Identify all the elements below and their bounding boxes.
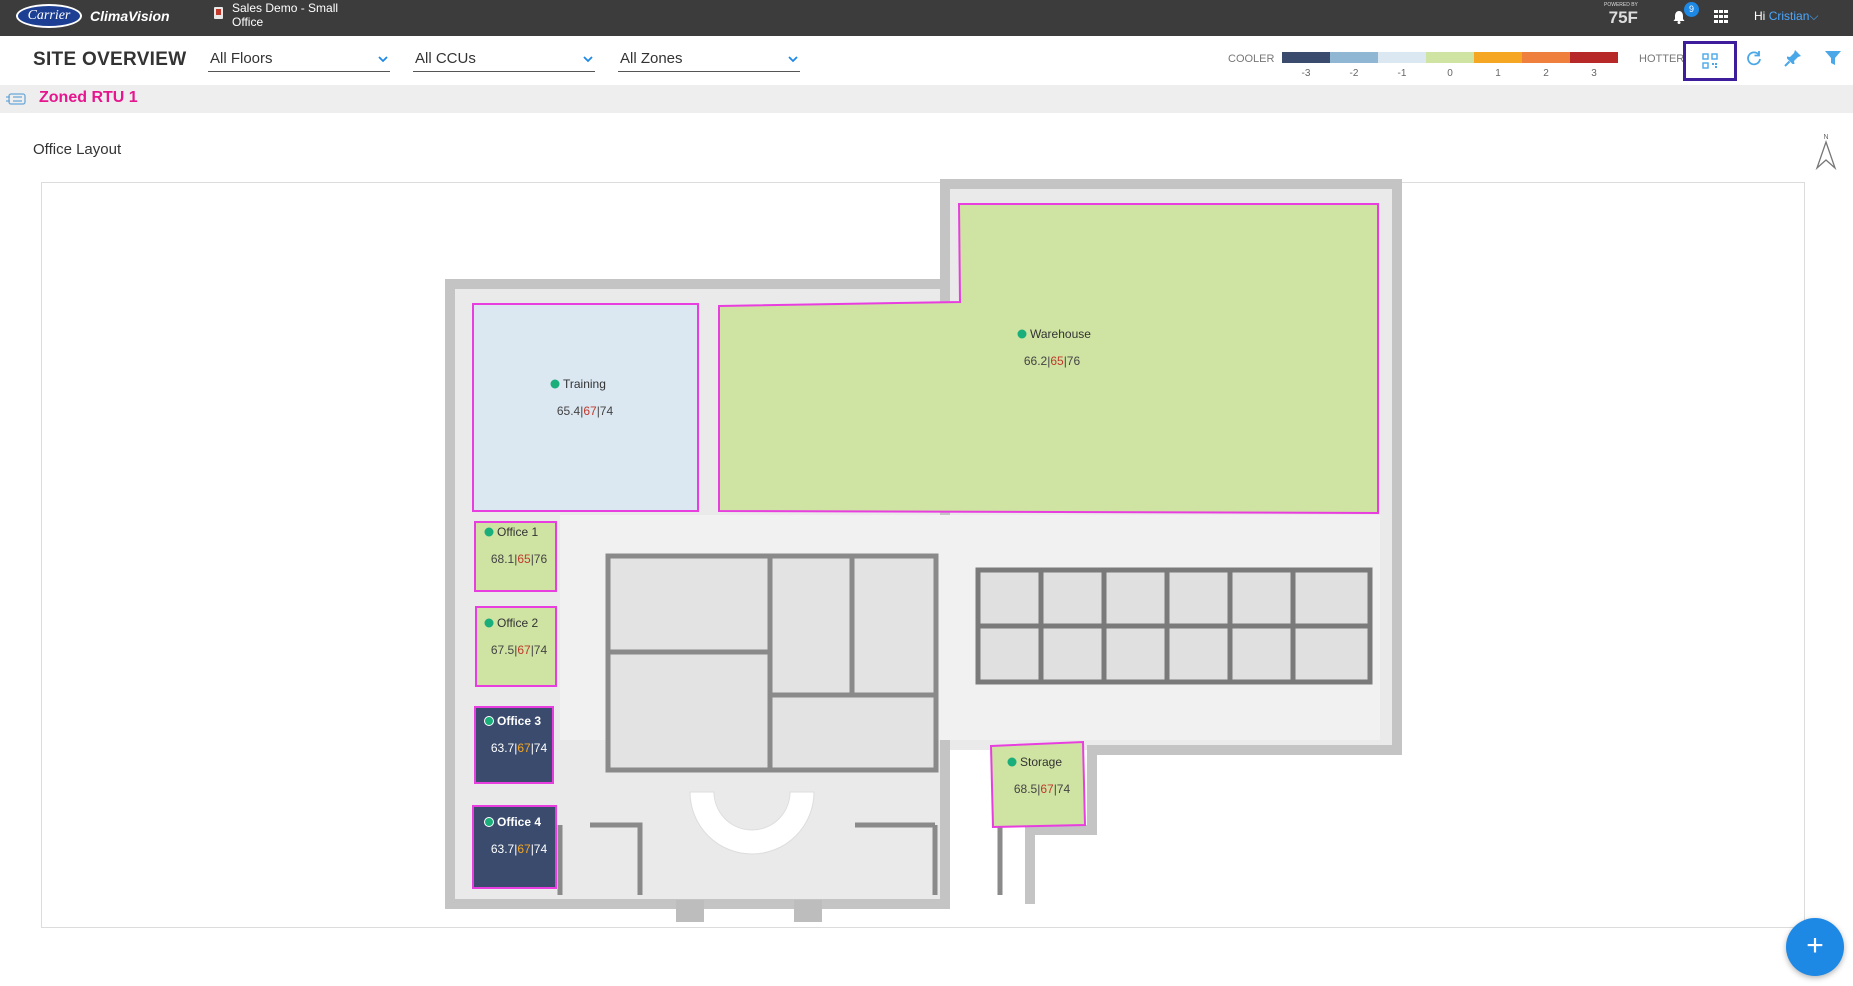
zone-office-4[interactable]: Office 4 63.7|67|74: [472, 805, 557, 889]
zone-name: Office 4: [497, 815, 541, 829]
zone-warehouse[interactable]: Warehouse 66.2|65|76: [718, 203, 1379, 515]
zone-name: Office 3: [497, 714, 541, 728]
floor-plan: Training 65.4|67|74 Warehouse 66.2|65|76 Off…: [445, 179, 1402, 922]
zone-name: Office 1: [497, 525, 538, 539]
zone-status-dot: [484, 527, 494, 537]
add-button[interactable]: +: [1786, 918, 1844, 976]
zone-temperatures: 67.5|67|74: [491, 643, 548, 657]
zone-status-dot: [1017, 329, 1027, 339]
zone-temperatures: 63.7|67|74: [491, 741, 548, 755]
zone-status-dot: [484, 618, 494, 628]
zone-storage[interactable]: Storage 68.5|67|74: [989, 740, 1087, 829]
zone-name: Training: [563, 377, 606, 391]
zone-temperatures: 65.4|67|74: [557, 404, 614, 418]
zone-office-1[interactable]: Office 1 68.1|65|76: [474, 521, 557, 592]
zone-status-dot: [1007, 757, 1017, 767]
zone-status-dot: [484, 716, 494, 726]
zone-temperatures: 68.5|67|74: [1014, 782, 1071, 796]
zone-temperatures: 68.1|65|76: [491, 552, 548, 566]
zone-office-2[interactable]: Office 2 67.5|67|74: [475, 606, 557, 687]
zone-name: Warehouse: [1030, 327, 1091, 341]
zone-status-dot: [550, 379, 560, 389]
zone-training[interactable]: Training 65.4|67|74: [472, 303, 699, 512]
zone-name: Storage: [1020, 755, 1062, 769]
zone-name: Office 2: [497, 616, 538, 630]
zone-temperatures: 63.7|67|74: [491, 842, 548, 856]
zone-status-dot: [484, 817, 494, 827]
zone-temperatures: 66.2|65|76: [1024, 354, 1081, 368]
zone-office-3[interactable]: Office 3 63.7|67|74: [474, 706, 554, 784]
